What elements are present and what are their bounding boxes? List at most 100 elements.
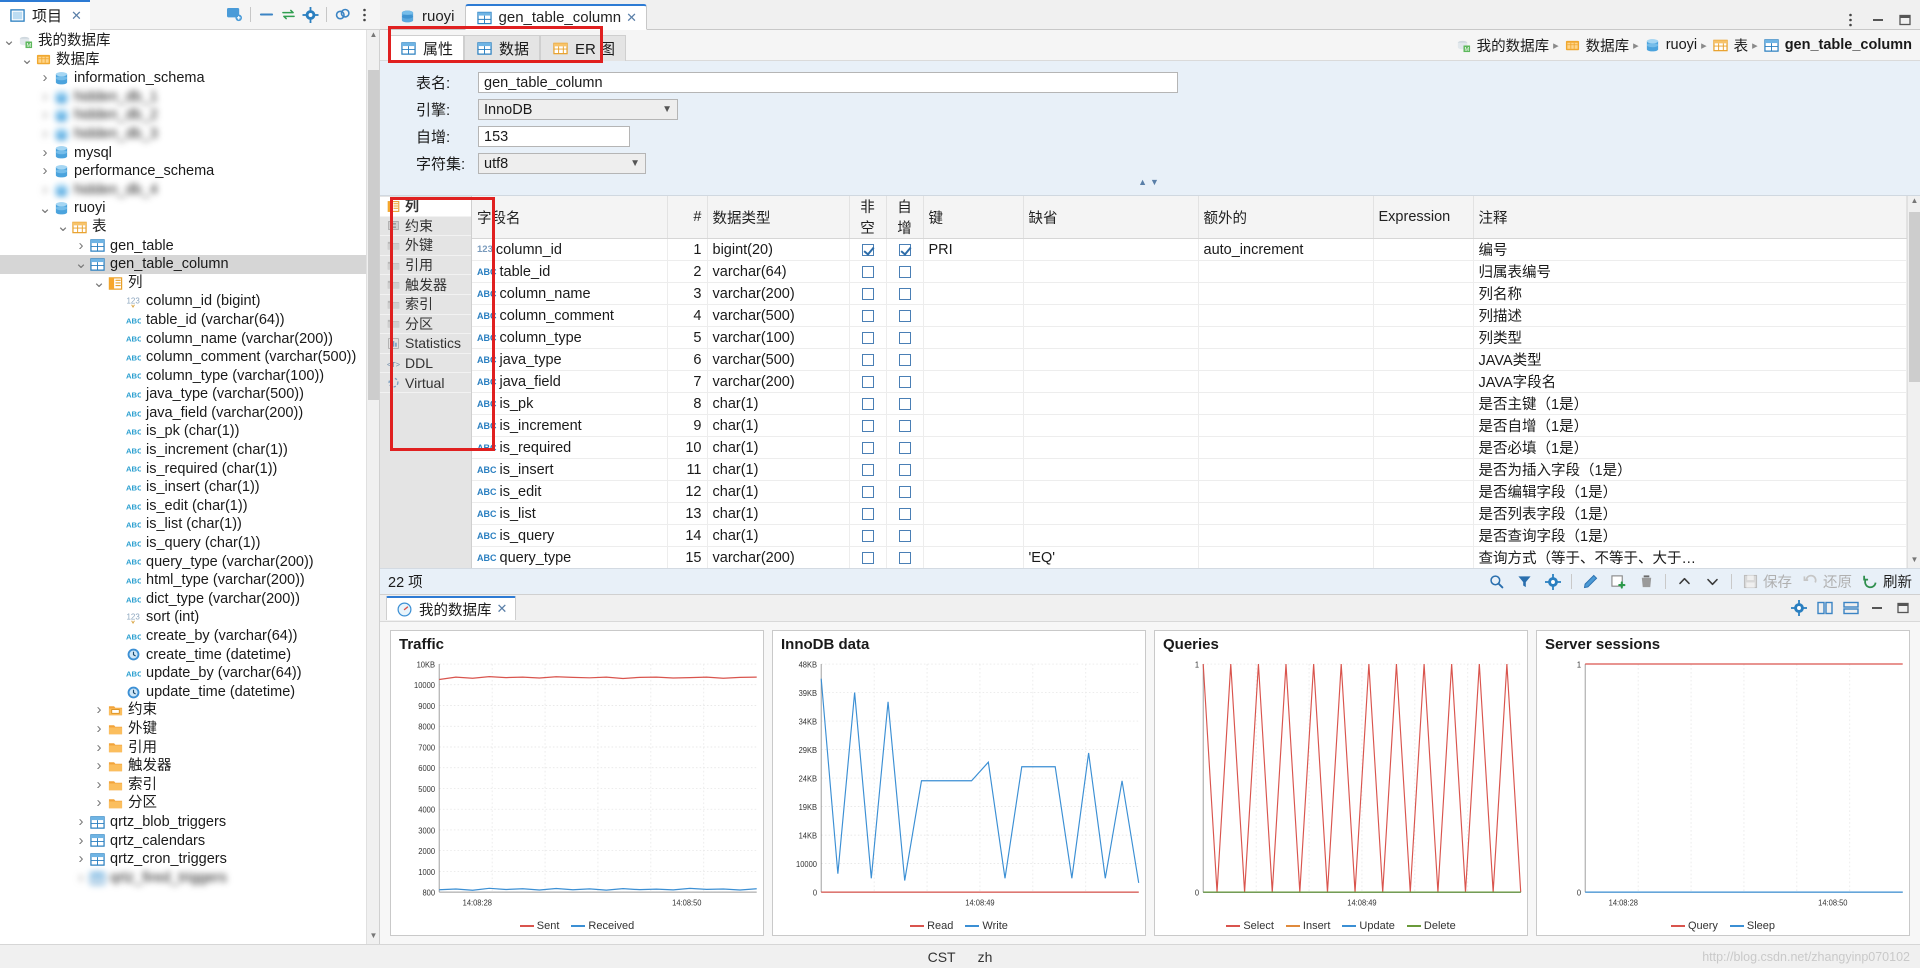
cell-expression[interactable] [1373,349,1473,371]
cell-extra[interactable] [1198,349,1373,371]
link-editor-icon[interactable] [279,5,298,24]
checkbox[interactable] [899,486,911,498]
cell-default[interactable] [1023,305,1198,327]
checkbox[interactable] [862,420,874,432]
cell-ordinal[interactable]: 1 [667,239,707,261]
cell-comment[interactable]: 是否为插入字段（1是） [1473,459,1907,481]
charset-select[interactable]: utf8 ▼ [478,153,646,174]
column-header[interactable]: # [667,196,707,239]
cell-comment[interactable]: 是否查询字段（1是） [1473,525,1907,547]
chevron-right-icon[interactable]: › [38,144,52,163]
cell-extra[interactable] [1198,415,1373,437]
cell-key[interactable] [923,371,1023,393]
save-button[interactable]: 保存 [1741,571,1792,592]
tree-node[interactable]: ⌄列 [0,274,379,293]
table-row[interactable]: ABCjava_field7varchar(200)JAVA字段名 [472,371,1907,393]
cell-extra[interactable] [1198,481,1373,503]
subtab-data[interactable]: 数据 [464,35,540,61]
cell-default[interactable] [1023,327,1198,349]
chevron-down-icon[interactable]: ⌄ [38,205,52,213]
cell-extra[interactable] [1198,525,1373,547]
legend-item[interactable]: Sent [520,920,560,932]
table-detail-nav-list[interactable]: 列约束外键引用触发器索引分区Statistics<T>DDLVirtual [380,196,472,568]
cell-key[interactable] [923,525,1023,547]
column-header[interactable]: 非空 [849,196,886,239]
tree-node[interactable]: ⌄gen_table_column [0,255,379,274]
cell-default[interactable] [1023,239,1198,261]
cell-key[interactable] [923,547,1023,569]
tree-node[interactable]: ABCcolumn_name (varchar(200)) [0,330,379,349]
checkbox[interactable] [899,464,911,476]
filter-icon[interactable] [1515,572,1534,591]
cell-extra[interactable] [1198,503,1373,525]
cell-comment[interactable]: JAVA字段名 [1473,371,1907,393]
nav-item-constraint[interactable]: 约束 [380,217,471,237]
cell-ordinal[interactable]: 4 [667,305,707,327]
cell-default[interactable]: 'EQ' [1023,547,1198,569]
columns-table-body[interactable]: 123column_id1bigint(20)PRIauto_increment… [472,239,1907,569]
cell-auto-increment-checkbox[interactable] [886,393,923,415]
cell-not-null-checkbox[interactable] [849,239,886,261]
locale-indicator[interactable]: CST [928,949,956,965]
chevron-right-icon[interactable]: › [92,776,106,795]
edit-icon[interactable] [1581,572,1600,591]
cell-expression[interactable] [1373,283,1473,305]
tree-node[interactable]: ›hidden_db_4 [0,181,379,200]
breadcrumb-item[interactable]: ruoyi [1643,36,1697,55]
cell-field-name[interactable]: ABCjava_field [472,371,667,393]
column-header[interactable]: 键 [923,196,1023,239]
cell-expression[interactable] [1373,239,1473,261]
cell-comment[interactable]: 列类型 [1473,327,1907,349]
cell-expression[interactable] [1373,437,1473,459]
cell-data-type[interactable]: bigint(20) [707,239,849,261]
checkbox[interactable] [862,266,874,278]
move-down-icon[interactable] [1703,572,1722,591]
column-header[interactable]: 自增 [886,196,923,239]
cell-not-null-checkbox[interactable] [849,371,886,393]
cell-extra[interactable] [1198,393,1373,415]
cell-expression[interactable] [1373,371,1473,393]
breadcrumb-item[interactable]: 表 [1711,35,1749,56]
cell-default[interactable] [1023,371,1198,393]
auto-increment-input[interactable]: 153 [478,126,630,147]
checkbox[interactable] [899,552,911,564]
legend-item[interactable]: Select [1226,920,1274,932]
tree-node[interactable]: 123sort (int) [0,608,379,627]
cell-comment[interactable]: 是否必填（1是） [1473,437,1907,459]
cell-data-type[interactable]: varchar(200) [707,371,849,393]
subtab-properties[interactable]: 属性 [388,35,464,61]
cell-auto-increment-checkbox[interactable] [886,305,923,327]
cell-data-type[interactable]: varchar(500) [707,349,849,371]
tree-node[interactable]: ›引用 [0,739,379,758]
tree-node[interactable]: ABCdict_type (varchar(200)) [0,590,379,609]
cell-auto-increment-checkbox[interactable] [886,261,923,283]
cell-data-type[interactable]: char(1) [707,393,849,415]
table-name-input[interactable]: gen_table_column [478,72,1178,93]
new-window-icon[interactable] [225,5,244,24]
table-row[interactable]: 123column_id1bigint(20)PRIauto_increment… [472,239,1907,261]
checkbox[interactable] [899,420,911,432]
tree-node[interactable]: ⌄ruoyi [0,199,379,218]
cell-ordinal[interactable]: 14 [667,525,707,547]
tree-node[interactable]: ⌄M我的数据库 [0,32,379,51]
nav-item-index[interactable]: 索引 [380,295,471,315]
chevron-down-icon[interactable]: ⌄ [74,260,88,268]
checkbox[interactable] [862,354,874,366]
tree-node[interactable]: ›qrtz_cron_triggers [0,850,379,869]
gear-icon[interactable] [301,5,320,24]
cell-data-type[interactable]: varchar(64) [707,261,849,283]
columns-grid[interactable]: 字段名#数据类型非空自增键缺省额外的Expression注释 123column… [472,196,1907,568]
cell-comment[interactable]: 归属表编号 [1473,261,1907,283]
tree-node[interactable]: ›performance_schema [0,162,379,181]
legend-item[interactable]: Sleep [1730,920,1775,932]
cell-extra[interactable] [1198,459,1373,481]
search-icon[interactable] [1487,572,1506,591]
cell-auto-increment-checkbox[interactable] [886,525,923,547]
checkbox[interactable] [899,354,911,366]
tree-node[interactable]: ›分区 [0,794,379,813]
database-navigator-tree[interactable]: ⌄M我的数据库⌄数据库›information_schema›hidden_db… [0,30,380,944]
cell-comment[interactable]: 是否列表字段（1是） [1473,503,1907,525]
breadcrumb-item[interactable]: gen_table_column [1762,36,1912,55]
cell-data-type[interactable]: char(1) [707,525,849,547]
cell-field-name[interactable]: ABCtable_id [472,261,667,283]
